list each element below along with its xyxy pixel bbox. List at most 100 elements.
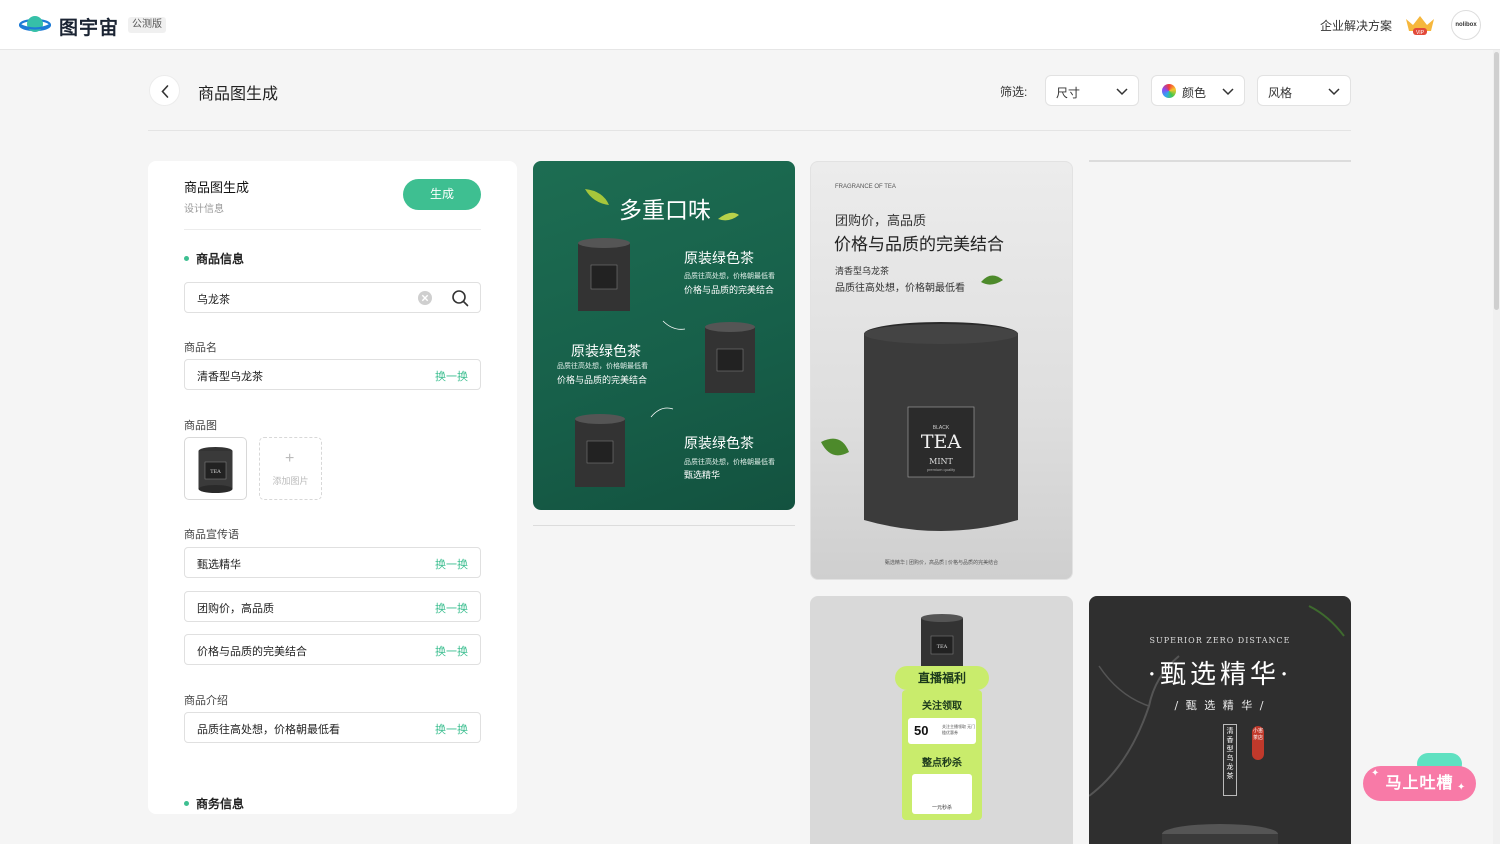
coupon: 50 关注主播领取 无门槛优惠券 <box>908 718 976 744</box>
beta-badge: 公测版 <box>128 17 166 33</box>
product-name-value: 清香型乌龙茶 <box>197 371 263 383</box>
style-filter-select[interactable]: 风格 <box>1257 75 1351 106</box>
panel-title: 商品图生成 <box>184 180 250 195</box>
card5-english: SUPERIOR ZERO DISTANCE <box>1149 636 1291 645</box>
sparkle-icon: ✦ <box>1371 768 1380 779</box>
business-info-section-title: 商务信息 <box>184 795 244 812</box>
chevron-down-icon <box>1328 88 1340 96</box>
scrollbar-thumb[interactable] <box>1494 52 1499 310</box>
promo-panel: 关注领取 50 关注主播领取 无门槛优惠券 整点秒杀 一元秒杀 <box>902 690 982 820</box>
clear-icon[interactable] <box>417 290 433 306</box>
search-icon[interactable] <box>451 289 469 307</box>
coupon-value: 50 <box>914 723 929 738</box>
slogan-field-3[interactable]: 价格与品质的完美结合 换一换 <box>184 634 481 665</box>
result-card-5[interactable]: SUPERIOR ZERO DISTANCE ·甄选精华· / 甄 选 精 华 … <box>1089 596 1351 844</box>
flash-sale-tag: 整点秒杀 <box>922 758 962 769</box>
chevron-down-icon <box>1116 88 1128 96</box>
tea-tin-icon: TEA <box>198 447 233 493</box>
product-name-label: 商品名 <box>184 342 217 354</box>
card1-block-sub: 品质往高处想，价格朝最低看 <box>684 273 775 280</box>
panel-subtitle: 设计信息 <box>184 204 224 215</box>
generate-button[interactable]: 生成 <box>403 179 481 210</box>
enterprise-solutions-link[interactable]: 企业解决方案 <box>1320 17 1392 34</box>
product-image-label: 商品图 <box>184 420 217 432</box>
card-divider <box>533 525 795 526</box>
size-filter-select[interactable]: 尺寸 <box>1045 75 1139 106</box>
intro-label: 商品介绍 <box>184 695 228 707</box>
sparkle-icon: ✦ <box>1457 782 1466 793</box>
color-filter-value: 颜色 <box>1182 86 1207 100</box>
flash-sale-label: 一元秒杀 <box>931 805 952 811</box>
color-wheel-icon <box>1162 84 1176 98</box>
card2-footer: 甄选精华 | 团购价，高品质 | 价格与品质的完美结合 <box>884 560 999 566</box>
tin-label: TEA <box>937 644 948 650</box>
product-image-thumbnail[interactable]: TEA <box>184 437 247 500</box>
add-image-button[interactable]: + 添加图片 <box>259 437 322 500</box>
user-avatar[interactable]: nolibox <box>1451 10 1481 40</box>
coupon-note: 关注主播领取 无门槛优惠券 <box>942 724 976 735</box>
card1-block-sub: 甄选精华 <box>684 470 721 480</box>
color-filter-select[interactable]: 颜色 <box>1151 75 1245 106</box>
card-divider <box>1089 160 1351 162</box>
plus-icon: + <box>285 450 295 467</box>
vip-label: VIP <box>1416 30 1425 36</box>
page-scrollbar[interactable] <box>1493 50 1500 844</box>
slogan-field-1[interactable]: 甄选精华 换一换 <box>184 547 481 578</box>
intro-value: 品质往高处想，价格朝最低看 <box>197 724 340 736</box>
tin-label: TEA <box>210 469 221 475</box>
slogan-value: 价格与品质的完美结合 <box>197 646 307 658</box>
branch-decoration-icon <box>1089 605 1345 844</box>
card5-seal: 小宙茶店 <box>1252 726 1264 760</box>
top-nav: 图宇宙 公测版 企业解决方案 VIP nolibox <box>0 0 1500 50</box>
slogan-field-2[interactable]: 团购价，高品质 换一换 <box>184 591 481 622</box>
card1-block-title: 原装绿色茶 <box>684 436 754 452</box>
result-card-4[interactable]: TEA 直播福利 关注领取 50 关注主播领取 无门槛优惠券 整点秒杀 一元秒杀 <box>810 596 1073 844</box>
design-info-panel: 商品图生成 设计信息 生成 商品信息 乌龙茶 商品名 清香型乌龙茶 换一换 商品… <box>148 161 517 814</box>
style-filter-value: 风格 <box>1268 86 1293 100</box>
panel-divider <box>184 229 481 230</box>
tin-label-mint: MINT <box>929 457 953 466</box>
card1-headline: 多重口味 <box>619 198 711 224</box>
swap-button[interactable]: 换一换 <box>435 721 468 737</box>
filter-label: 筛选: <box>1000 85 1028 99</box>
card1-block-sub: 品质往高处想，价格朝最低看 <box>684 459 775 466</box>
card1-block-sub: 价格与品质的完美结合 <box>557 375 648 385</box>
product-search-value: 乌龙茶 <box>197 294 230 306</box>
result-card-2[interactable]: FRAGRANCE OF TEA 团购价，高品质 价格与品质的完美结合 清香型乌… <box>810 161 1073 580</box>
planet-logo-icon[interactable] <box>19 12 51 36</box>
vip-crown-icon[interactable]: VIP <box>1404 13 1436 37</box>
card5-sub: / 甄 选 精 华 / <box>1174 699 1266 712</box>
slogan-value: 团购价，高品质 <box>197 603 274 615</box>
card5-vertical-text: 清香型乌龙茶 <box>1223 724 1237 796</box>
live-welfare-badge: 直播福利 <box>895 666 989 690</box>
swap-button[interactable]: 换一换 <box>435 643 468 659</box>
product-info-section-title: 商品信息 <box>184 250 244 267</box>
card1-block-sub: 价格与品质的完美结合 <box>684 285 775 295</box>
swap-button[interactable]: 换一换 <box>435 556 468 572</box>
card1-block-sub: 品质往高处想，价格朝最低看 <box>557 363 648 370</box>
follow-tag: 关注领取 <box>922 701 962 712</box>
size-filter-value: 尺寸 <box>1056 86 1081 100</box>
header-divider <box>148 130 1351 131</box>
product-name-field[interactable]: 清香型乌龙茶 换一换 <box>184 359 481 390</box>
flash-sale-box: 一元秒杀 <box>912 774 972 814</box>
intro-field[interactable]: 品质往高处想，价格朝最低看 换一换 <box>184 712 481 743</box>
add-image-label: 添加图片 <box>272 476 309 486</box>
back-button[interactable] <box>149 75 180 106</box>
chevron-left-icon <box>161 85 169 98</box>
result-card-1[interactable]: 多重口味 原装绿色茶 品质往高处想，价格朝最低看 价格与品质的完美结合 原装绿色… <box>533 161 795 510</box>
tin-label-big: TEA <box>921 431 962 453</box>
card1-block-title: 原装绿色茶 <box>684 251 754 267</box>
card5-main: ·甄选精华· <box>1147 660 1293 690</box>
tin-label-tiny: premium quality <box>927 467 955 472</box>
slogan-label: 商品宣传语 <box>184 529 239 541</box>
tea-tin-icon: BLACK TEA MINT premium quality <box>821 275 1018 531</box>
card1-block-title: 原装绿色茶 <box>571 344 641 360</box>
page-title: 商品图生成 <box>198 86 279 103</box>
swap-button[interactable]: 换一换 <box>435 368 468 384</box>
product-search-input[interactable]: 乌龙茶 <box>184 282 481 313</box>
logo-text[interactable]: 图宇宙 <box>59 13 119 40</box>
swap-button[interactable]: 换一换 <box>435 600 468 616</box>
slogan-value: 甄选精华 <box>197 559 241 571</box>
chevron-down-icon <box>1222 88 1234 96</box>
